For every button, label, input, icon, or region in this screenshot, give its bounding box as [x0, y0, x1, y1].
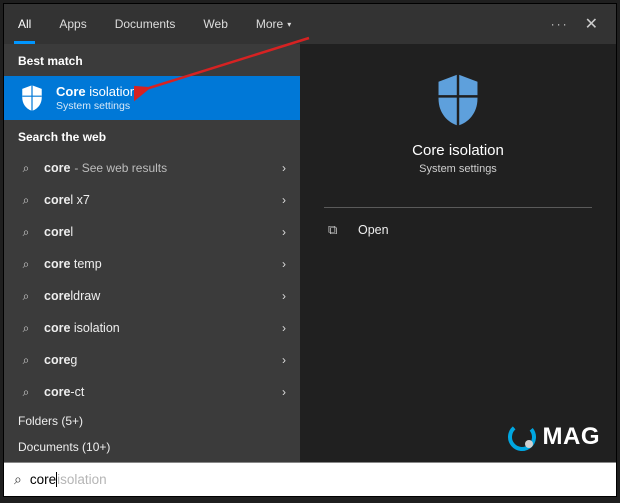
chevron-right-icon[interactable]: ›: [282, 289, 286, 303]
web-result-hint: - See web results: [74, 161, 167, 175]
chevron-right-icon[interactable]: ›: [282, 161, 286, 175]
search-icon: ⌕: [18, 321, 34, 336]
chevron-right-icon[interactable]: ›: [282, 225, 286, 239]
best-match-heading: Best match: [4, 44, 300, 76]
watermark-logo-icon: [507, 422, 537, 452]
search-icon: ⌕: [18, 193, 34, 208]
search-web-heading: Search the web: [4, 120, 300, 152]
best-match-subtitle: System settings: [56, 100, 137, 112]
web-result[interactable]: ⌕ core-ct ›: [4, 376, 300, 408]
web-result[interactable]: ⌕ core temp ›: [4, 248, 300, 280]
tab-more[interactable]: More ▾: [242, 4, 305, 44]
chevron-right-icon[interactable]: ›: [282, 321, 286, 335]
close-icon[interactable]: ✕: [585, 14, 598, 34]
web-result[interactable]: ⌕ coreldraw ›: [4, 280, 300, 312]
search-body: Best match Core isolation System setting…: [4, 44, 616, 462]
web-result-label: coreldraw: [44, 289, 100, 303]
web-result-label: coreg: [44, 353, 77, 367]
search-icon: ⌕: [18, 289, 34, 304]
filter-tabs: All Apps Documents Web More ▾: [4, 4, 551, 44]
search-input-bar[interactable]: ⌕ core isolation: [4, 462, 616, 496]
search-icon: ⌕: [18, 161, 34, 176]
tab-all[interactable]: All: [4, 4, 45, 44]
search-icon: ⌕: [14, 471, 22, 488]
web-result[interactable]: ⌕ corel x7 ›: [4, 184, 300, 216]
best-match-text: Core isolation System settings: [56, 84, 137, 112]
search-icon: ⌕: [18, 353, 34, 368]
web-result[interactable]: ⌕ corel ›: [4, 216, 300, 248]
shield-icon: [430, 72, 486, 128]
web-result-label: corel x7: [44, 193, 90, 207]
shield-icon: [18, 84, 46, 112]
chevron-right-icon[interactable]: ›: [282, 193, 286, 207]
tab-more-label: More: [256, 17, 283, 31]
detail-subtitle: System settings: [300, 163, 616, 175]
detail-header: Core isolation System settings: [300, 44, 616, 193]
open-icon: ⧉: [328, 222, 346, 238]
header-actions: ··· ✕: [551, 14, 608, 34]
web-results-list: ⌕ core - See web results › ⌕ corel x7 › …: [4, 152, 300, 408]
tab-apps[interactable]: Apps: [45, 4, 100, 44]
watermark-text: MAG: [543, 423, 601, 451]
documents-group[interactable]: Documents (10+): [4, 434, 300, 460]
chevron-right-icon[interactable]: ›: [282, 385, 286, 399]
tab-documents[interactable]: Documents: [101, 4, 190, 44]
web-result[interactable]: ⌕ coreg ›: [4, 344, 300, 376]
web-result[interactable]: ⌕ core - See web results ›: [4, 152, 300, 184]
best-match-title: Core isolation: [56, 84, 137, 99]
web-result-label: core temp: [44, 257, 102, 271]
search-icon: ⌕: [18, 257, 34, 272]
best-match-item[interactable]: Core isolation System settings: [4, 76, 300, 120]
watermark: MAG: [507, 422, 601, 452]
open-action[interactable]: ⧉ Open: [300, 208, 616, 252]
chevron-down-icon: ▾: [287, 20, 291, 29]
search-icon: ⌕: [18, 385, 34, 400]
detail-panel: Core isolation System settings ⧉ Open: [300, 44, 616, 462]
search-typed-text: core: [30, 472, 56, 487]
web-result-label: core-ct: [44, 385, 84, 399]
search-header: All Apps Documents Web More ▾ ··· ✕: [4, 4, 616, 44]
open-label: Open: [358, 223, 389, 237]
results-panel: Best match Core isolation System setting…: [4, 44, 300, 462]
chevron-right-icon[interactable]: ›: [282, 353, 286, 367]
web-result-label: corel: [44, 225, 73, 239]
chevron-right-icon[interactable]: ›: [282, 257, 286, 271]
search-window: All Apps Documents Web More ▾ ··· ✕ Best…: [3, 3, 617, 497]
folders-group[interactable]: Folders (5+): [4, 408, 300, 434]
search-suggestion-text: isolation: [57, 472, 107, 487]
search-icon: ⌕: [18, 225, 34, 240]
web-result-label: core: [44, 161, 70, 175]
options-icon[interactable]: ···: [551, 17, 569, 31]
web-result-label: core isolation: [44, 321, 120, 335]
tab-web[interactable]: Web: [189, 4, 241, 44]
detail-title: Core isolation: [300, 142, 616, 159]
web-result[interactable]: ⌕ core isolation ›: [4, 312, 300, 344]
